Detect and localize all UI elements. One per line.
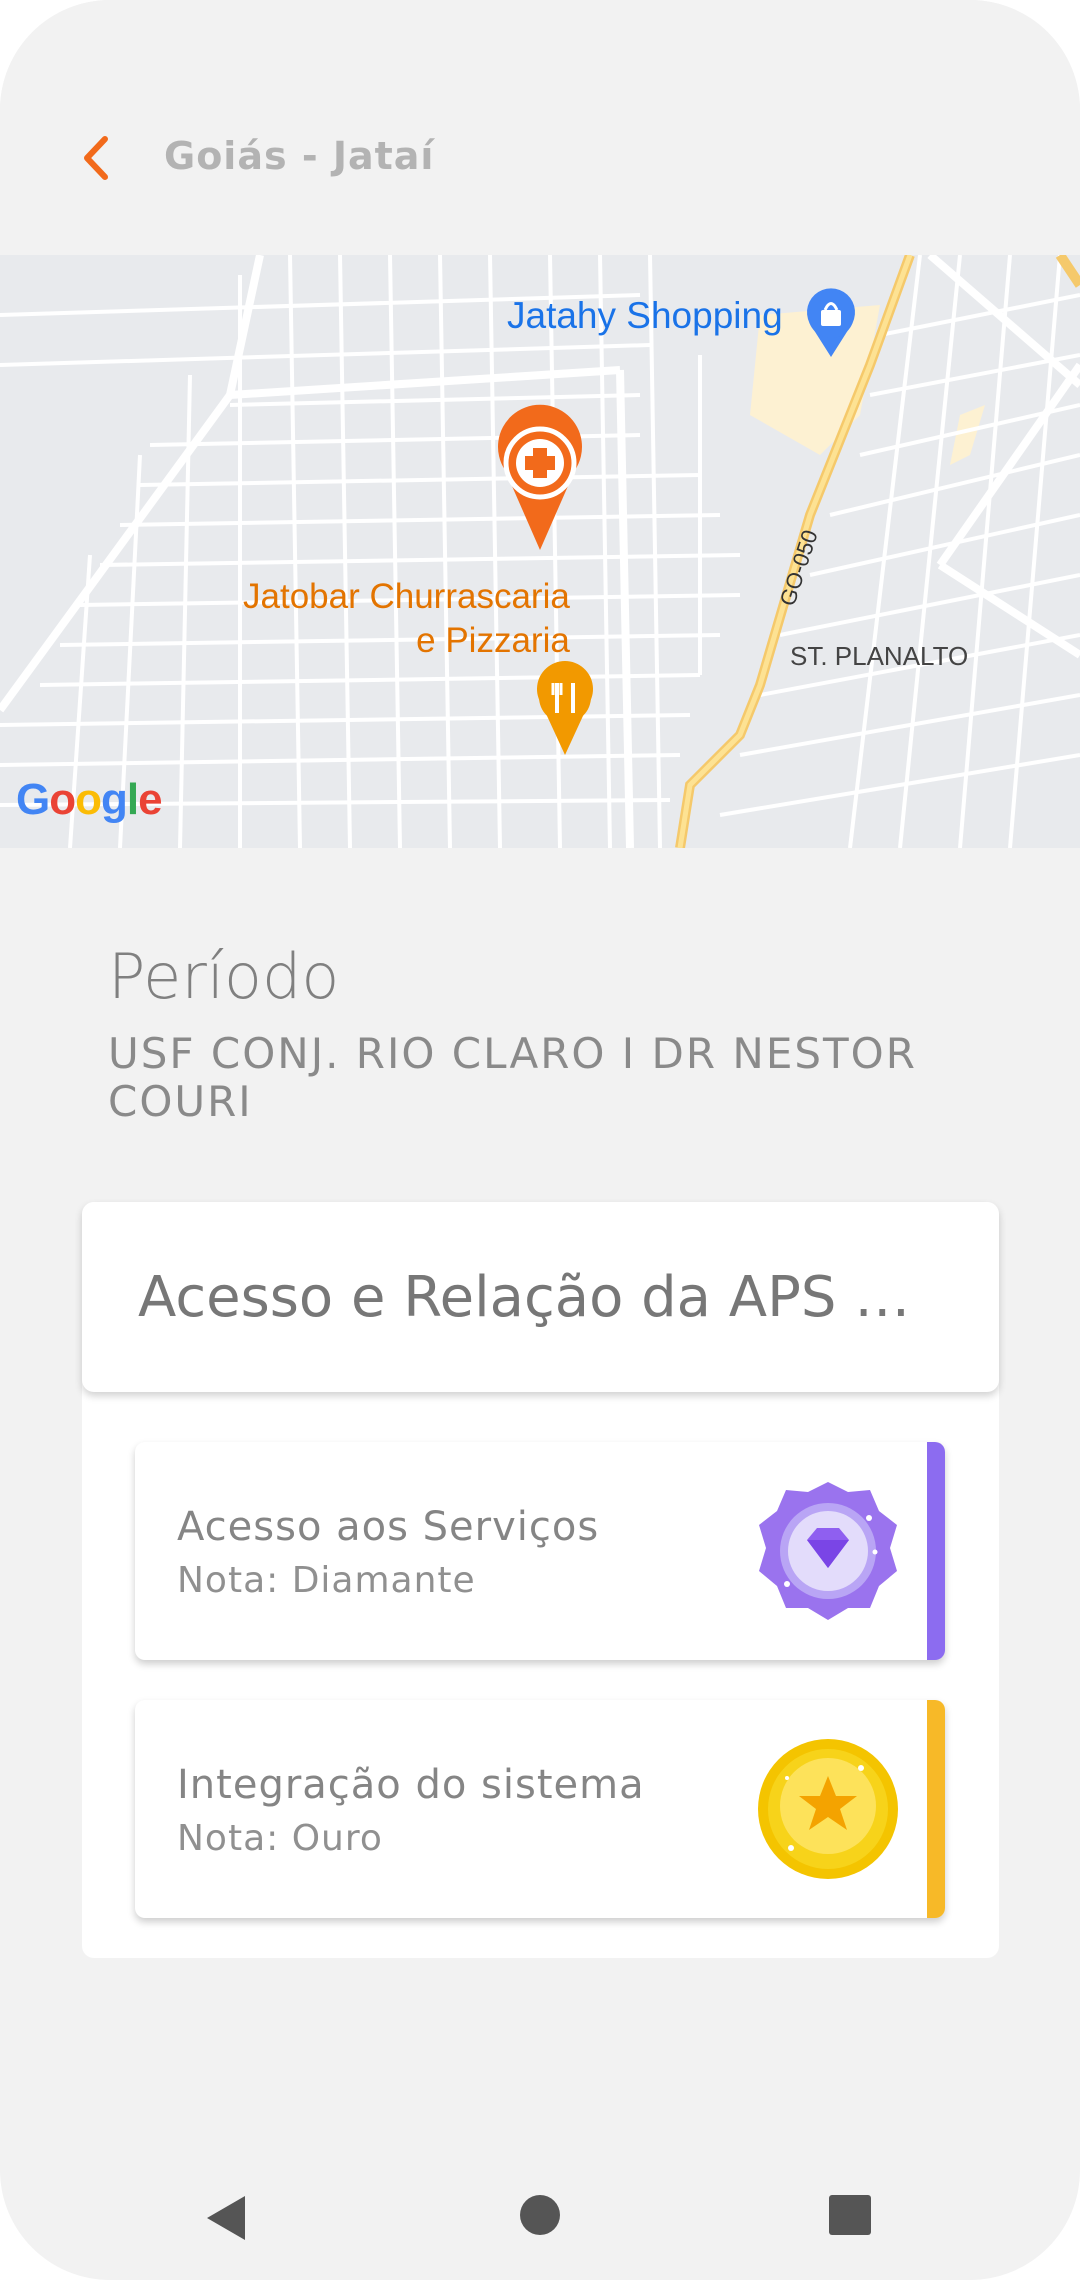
google-logo-letter: e [138, 775, 163, 824]
chevron-left-icon [84, 136, 108, 180]
nav-home-icon[interactable] [519, 2194, 561, 2236]
dimension-header-card[interactable]: Acesso e Relação da APS c... [82, 1202, 999, 1392]
diamond-medal-icon [759, 1482, 897, 1620]
google-logo: Google [16, 775, 163, 825]
map-label-restaurant-line1: Jatobar Churrascaria [243, 577, 570, 616]
nav-back-icon[interactable] [205, 2194, 247, 2242]
map-label-shopping: Jatahy Shopping [507, 295, 783, 336]
app-screen: Goiás - Jataí Jatahy Shopping Jatobar Ch… [0, 0, 1080, 2280]
indicator-accent-bar [927, 1700, 945, 1918]
top-app-bar: Goiás - Jataí [0, 0, 1080, 255]
nav-recents-icon[interactable] [829, 2195, 871, 2235]
indicator-card[interactable]: Acesso aos Serviços Nota: Diamante [135, 1442, 945, 1660]
google-logo-letter: G [16, 775, 50, 824]
google-logo-letter: o [49, 775, 76, 824]
google-logo-letter: g [101, 775, 128, 824]
indicator-card[interactable]: Integração do sistema Nota: Ouro [135, 1700, 945, 1918]
system-navigation-bar [0, 2140, 1080, 2280]
gold-medal-icon [758, 1739, 898, 1879]
map-view[interactable]: Jatahy Shopping Jatobar Churrascaria e P… [0, 255, 1080, 848]
indicator-grade: Nota: Diamante [177, 1560, 476, 1601]
health-unit-name: USF CONJ. RIO CLARO I DR NESTOR COURI [108, 1029, 917, 1126]
page-title: Goiás - Jataí [164, 134, 435, 178]
back-button[interactable] [68, 126, 124, 190]
map-streets [0, 255, 1080, 848]
map-label-restaurant: Jatobar Churrascaria e Pizzaria [243, 575, 570, 663]
map-label-district: ST. PLANALTO [790, 641, 969, 671]
indicator-name: Acesso aos Serviços [177, 1504, 600, 1550]
indicator-accent-bar [927, 1442, 945, 1660]
dimension-title: Acesso e Relação da APS c... [138, 1264, 938, 1330]
map-label-restaurant-line2: e Pizzaria [416, 621, 570, 660]
google-logo-letter: o [75, 775, 102, 824]
indicator-name: Integração do sistema [177, 1762, 645, 1808]
indicator-grade: Nota: Ouro [177, 1818, 383, 1859]
period-heading: Período [108, 940, 340, 1013]
google-logo-letter: l [126, 775, 139, 824]
